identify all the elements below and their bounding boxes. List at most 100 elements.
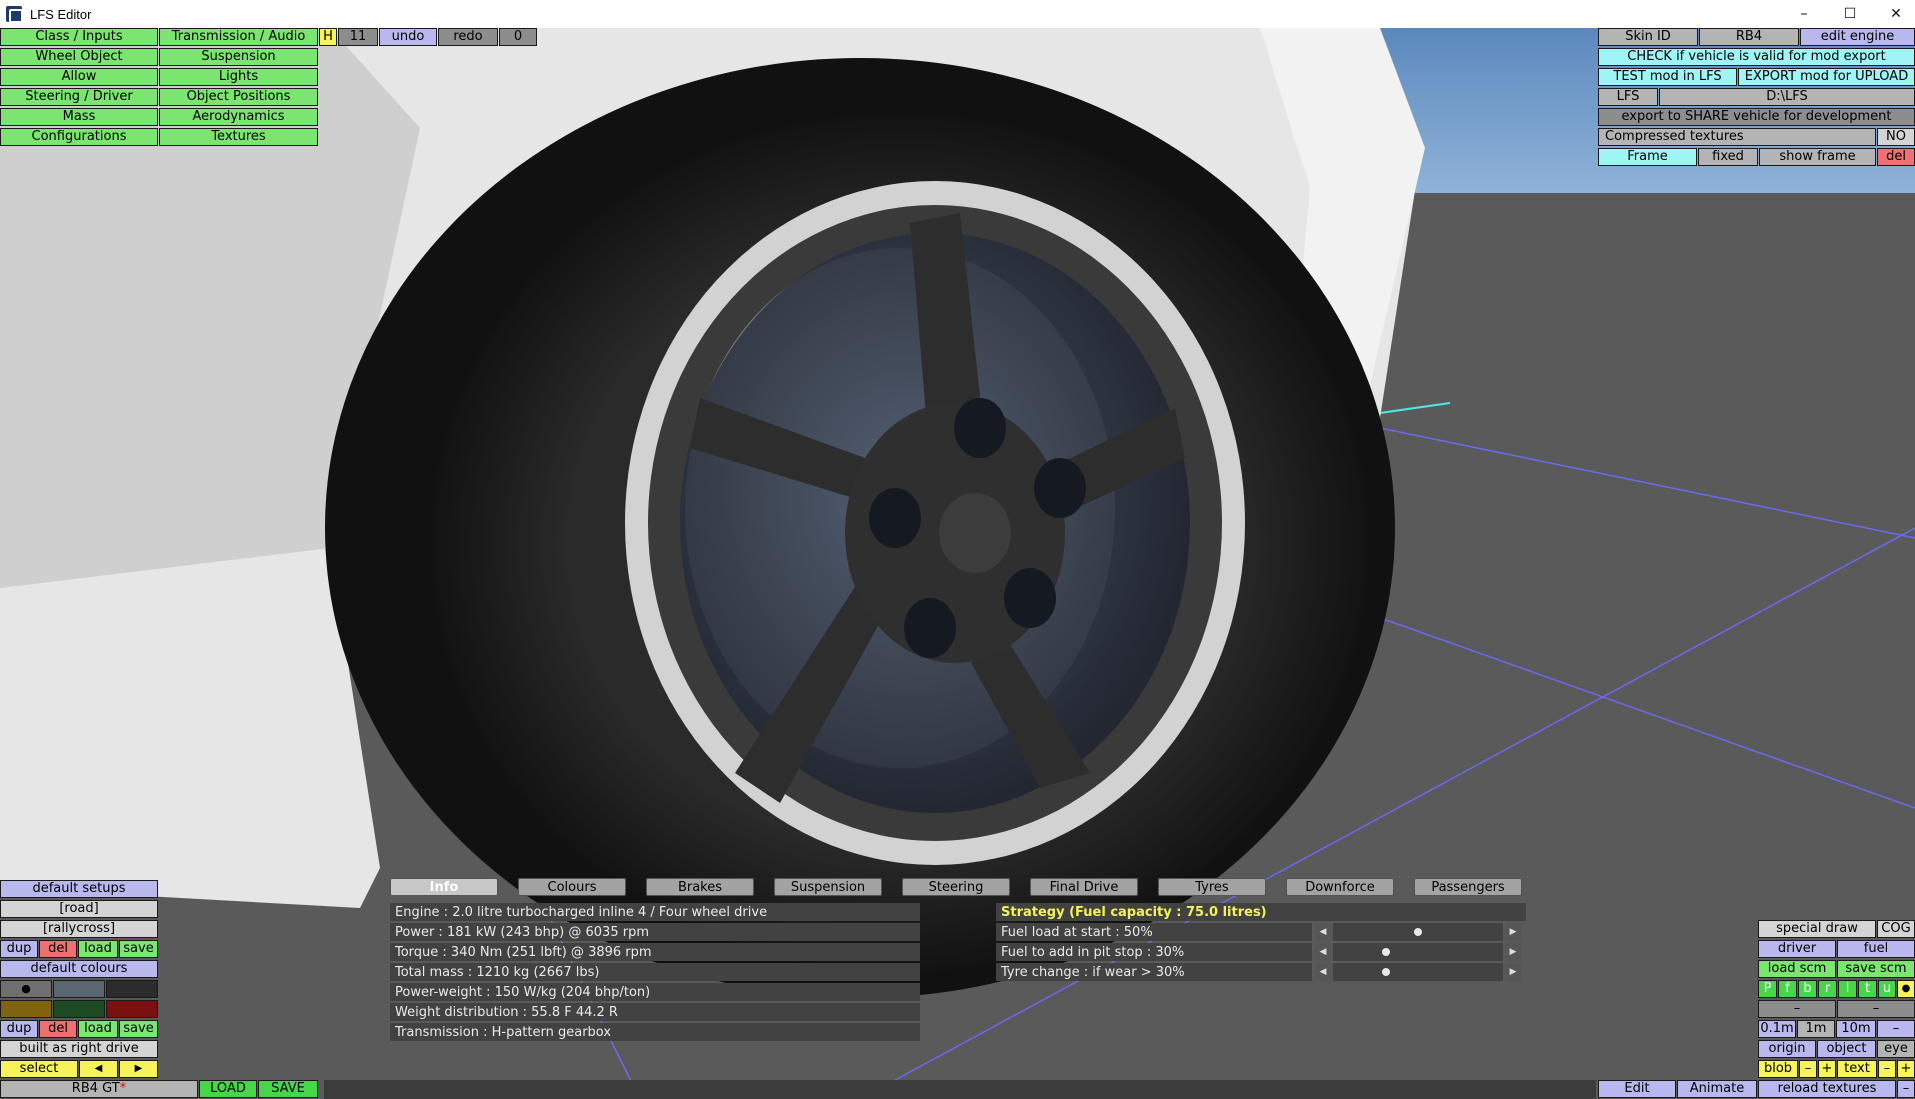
fuel-start-decrease[interactable]: ◀: [1315, 923, 1331, 941]
fuel-start-knob[interactable]: [1414, 928, 1422, 936]
close-button[interactable]: ✕: [1873, 0, 1915, 28]
undo-button[interactable]: undo: [379, 28, 437, 46]
tyre-change-increase[interactable]: ▶: [1505, 963, 1521, 981]
object-button[interactable]: object: [1817, 1040, 1876, 1058]
colour-swatch-5[interactable]: [53, 1000, 105, 1018]
cog-button[interactable]: COG: [1877, 920, 1915, 938]
default-setups-button[interactable]: default setups: [0, 880, 158, 898]
export-share-button[interactable]: export to SHARE vehicle for development: [1598, 108, 1915, 126]
driver-button[interactable]: driver: [1758, 940, 1836, 958]
setup-save-button[interactable]: save: [119, 940, 158, 958]
export-mod-button[interactable]: EXPORT mod for UPLOAD: [1738, 68, 1915, 86]
view-dot-icon[interactable]: ●: [1897, 980, 1915, 998]
grid-dash-2[interactable]: –: [1837, 1000, 1915, 1018]
view-u-button[interactable]: u: [1878, 980, 1896, 998]
view-b-button[interactable]: b: [1798, 980, 1817, 998]
colour-dup-button[interactable]: dup: [0, 1020, 38, 1038]
setup-rallycross[interactable]: [rallycross]: [0, 920, 158, 938]
default-colours-button[interactable]: default colours: [0, 960, 158, 978]
text-plus-button[interactable]: +: [1897, 1060, 1915, 1078]
fuel-button[interactable]: fuel: [1837, 940, 1915, 958]
blob-minus-button[interactable]: –: [1799, 1060, 1817, 1078]
tab-tyres[interactable]: Tyres: [1158, 878, 1266, 896]
colour-swatch-4[interactable]: [0, 1000, 52, 1018]
built-right-drive-toggle[interactable]: built as right drive: [0, 1040, 158, 1058]
colour-swatch-3[interactable]: [106, 980, 158, 998]
text-minus-button[interactable]: –: [1878, 1060, 1896, 1078]
h-button[interactable]: H: [319, 28, 337, 46]
grid-dash-1[interactable]: –: [1758, 1000, 1836, 1018]
blob-button[interactable]: blob: [1758, 1060, 1798, 1078]
menu-textures[interactable]: Textures: [159, 128, 318, 146]
maximize-button[interactable]: ☐: [1827, 0, 1873, 28]
tab-final-drive[interactable]: Final Drive: [1030, 878, 1138, 896]
tab-info[interactable]: Info: [390, 878, 498, 896]
view-r-button[interactable]: r: [1818, 980, 1837, 998]
colour-del-button[interactable]: del: [39, 1020, 77, 1038]
tab-brakes[interactable]: Brakes: [646, 878, 754, 896]
menu-transmission-audio[interactable]: Transmission / Audio: [159, 28, 318, 46]
menu-configurations[interactable]: Configurations: [0, 128, 158, 146]
tyre-change-decrease[interactable]: ◀: [1315, 963, 1331, 981]
menu-mass[interactable]: Mass: [0, 108, 158, 126]
special-draw-button[interactable]: special draw: [1758, 920, 1876, 938]
load-car-button[interactable]: LOAD: [199, 1080, 257, 1098]
menu-aerodynamics[interactable]: Aerodynamics: [159, 108, 318, 126]
frame-button[interactable]: Frame: [1598, 148, 1697, 166]
fuel-pit-slider[interactable]: [1333, 943, 1503, 961]
fuel-pit-knob[interactable]: [1381, 948, 1390, 956]
colour-save-button[interactable]: save: [119, 1020, 158, 1038]
lfs-path[interactable]: D:\LFS: [1659, 88, 1915, 106]
view-l-button[interactable]: l: [1838, 980, 1857, 998]
edit-engine-button[interactable]: edit engine: [1800, 28, 1915, 46]
select-next-icon[interactable]: ▶: [119, 1060, 158, 1078]
fuel-pit-decrease[interactable]: ◀: [1315, 943, 1331, 961]
tyre-change-slider[interactable]: [1333, 963, 1503, 981]
tab-passengers[interactable]: Passengers: [1414, 878, 1522, 896]
menu-object-positions[interactable]: Object Positions: [159, 88, 318, 106]
edit-mode-button[interactable]: Edit: [1598, 1080, 1676, 1098]
colour-swatch-2[interactable]: [53, 980, 105, 998]
select-prev-icon[interactable]: ◀: [79, 1060, 118, 1078]
save-scm-button[interactable]: save scm: [1837, 960, 1915, 978]
scale-01m-button[interactable]: 0.1m: [1758, 1020, 1796, 1038]
menu-wheel-object[interactable]: Wheel Object: [0, 48, 158, 66]
fuel-pit-increase[interactable]: ▶: [1505, 943, 1521, 961]
tab-steering[interactable]: Steering: [902, 878, 1010, 896]
reload-minus-button[interactable]: –: [1897, 1080, 1915, 1098]
tyre-change-knob[interactable]: [1381, 968, 1390, 976]
load-scm-button[interactable]: load scm: [1758, 960, 1836, 978]
scale-minus-button[interactable]: –: [1877, 1020, 1915, 1038]
colour-load-button[interactable]: load: [78, 1020, 118, 1038]
colour-swatch-1[interactable]: ●: [0, 980, 52, 998]
view-f-button[interactable]: f: [1778, 980, 1797, 998]
tab-colours[interactable]: Colours: [518, 878, 626, 896]
tab-downforce[interactable]: Downforce: [1286, 878, 1394, 896]
menu-class-inputs[interactable]: Class / Inputs: [0, 28, 158, 46]
check-valid-button[interactable]: CHECK if vehicle is valid for mod export: [1598, 48, 1915, 66]
frame-del-button[interactable]: del: [1877, 148, 1915, 166]
setup-load-button[interactable]: load: [78, 940, 118, 958]
origin-button[interactable]: origin: [1758, 1040, 1816, 1058]
scale-10m-button[interactable]: 10m: [1836, 1020, 1876, 1038]
select-button[interactable]: select: [0, 1060, 78, 1078]
minimize-button[interactable]: –: [1781, 0, 1827, 28]
reload-textures-button[interactable]: reload textures: [1758, 1080, 1896, 1098]
fuel-start-increase[interactable]: ▶: [1505, 923, 1521, 941]
show-frame-button[interactable]: show frame: [1759, 148, 1876, 166]
menu-allow[interactable]: Allow: [0, 68, 158, 86]
menu-lights[interactable]: Lights: [159, 68, 318, 86]
menu-suspension[interactable]: Suspension: [159, 48, 318, 66]
setup-road[interactable]: [road]: [0, 900, 158, 918]
save-car-button[interactable]: SAVE: [258, 1080, 318, 1098]
setup-dup-button[interactable]: dup: [0, 940, 38, 958]
tab-suspension[interactable]: Suspension: [774, 878, 882, 896]
compressed-textures-toggle[interactable]: NO: [1877, 128, 1915, 146]
3d-viewport[interactable]: Class / Inputs Wheel Object Allow Steeri…: [0, 28, 1915, 1099]
setup-del-button[interactable]: del: [39, 940, 77, 958]
view-t-button[interactable]: t: [1858, 980, 1877, 998]
fuel-start-slider[interactable]: [1333, 923, 1503, 941]
text-button[interactable]: text: [1837, 1060, 1877, 1078]
view-p-button[interactable]: P: [1758, 980, 1777, 998]
animate-mode-button[interactable]: Animate: [1677, 1080, 1757, 1098]
